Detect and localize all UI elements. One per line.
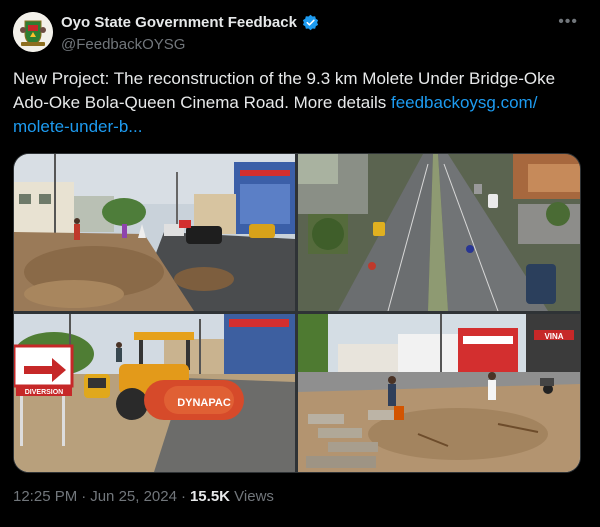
author-name[interactable]: Oyo State Government Feedback — [61, 14, 297, 31]
diversion-sign-label: DIVERSION — [25, 389, 64, 396]
photo-road-roller[interactable]: DIVERSION DYNAPAC — [14, 314, 295, 472]
views-label: Views — [234, 488, 274, 505]
tweet-date[interactable]: Jun 25, 2024 — [90, 488, 177, 505]
avatar[interactable] — [13, 12, 53, 52]
photo-construction-workers[interactable]: VINA — [298, 314, 580, 472]
more-options-icon[interactable]: ••• — [558, 13, 578, 31]
tweet-time[interactable]: 12:25 PM — [13, 488, 77, 505]
meta-separator: · — [81, 488, 87, 505]
views-count: 15.5K — [189, 488, 230, 505]
photo-aerial-road[interactable] — [298, 154, 580, 311]
tweet-text: New Project: The reconstruction of the 9… — [13, 67, 573, 139]
media-grid: DIVERSION DYNAPAC VINA — [13, 153, 581, 473]
verified-badge-icon — [302, 14, 318, 31]
author-handle[interactable]: @FeedbackOYSG — [61, 36, 185, 53]
tweet-meta: 12:25 PM · Jun 25, 2024 · 15.5K Views — [13, 488, 274, 505]
state-crest-icon — [13, 12, 53, 52]
meta-separator: · — [180, 488, 186, 505]
shop-sign-label: VINA — [544, 332, 563, 341]
author-name-row: Oyo State Government Feedback — [61, 14, 319, 31]
photo-road-excavation[interactable] — [14, 154, 295, 311]
roller-brand-label: DYNAPAC — [177, 397, 231, 409]
